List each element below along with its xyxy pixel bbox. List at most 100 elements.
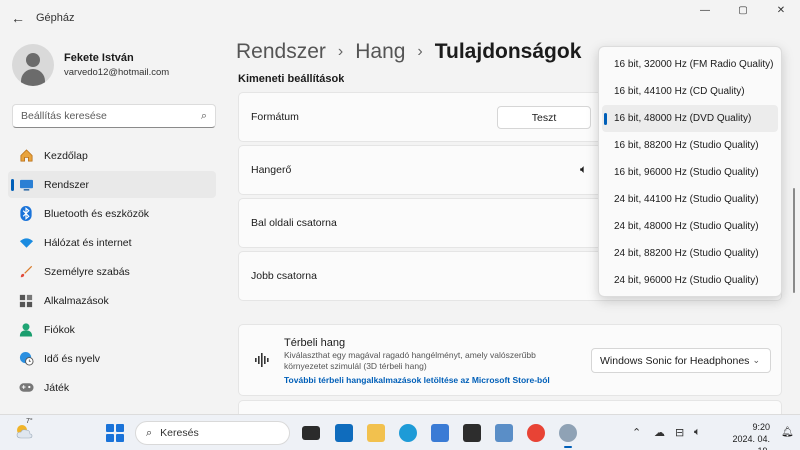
sidebar-item-bluetooth[interactable]: Bluetooth és eszközök xyxy=(8,200,216,227)
search-icon: ⌕ xyxy=(146,426,153,439)
bluetooth-icon xyxy=(18,206,34,222)
task-view-icon[interactable] xyxy=(302,426,320,440)
sidebar-item-gaming[interactable]: Játék xyxy=(8,374,216,401)
sidebar-item-time-language[interactable]: Idő és nyelv xyxy=(8,345,216,372)
spatial-sound-selected: Windows Sonic for Headphones xyxy=(600,354,750,367)
window-controls: — ▢ ✕ xyxy=(686,0,800,20)
system-icon xyxy=(18,177,34,193)
clock-time: 9:20 xyxy=(752,422,770,432)
format-option[interactable]: 16 bit, 96000 Hz (Studio Quality) xyxy=(602,159,778,186)
clock-date: 2024. 04. 19. xyxy=(732,434,770,450)
volume-tray-icon[interactable]: 🔈︎ xyxy=(694,426,701,439)
minimize-button[interactable]: — xyxy=(686,0,724,20)
sidebar-item-label: Bluetooth és eszközök xyxy=(44,207,150,220)
home-icon xyxy=(18,148,34,164)
breadcrumb-sound[interactable]: Hang xyxy=(355,40,405,64)
taskbar: 7° ⌕ Keresés ⌃ ☁ ⊟ 🔈︎ 9:20 2024. 04. 19.… xyxy=(0,414,800,450)
format-option[interactable]: 24 bit, 88200 Hz (Studio Quality) xyxy=(602,240,778,267)
format-dropdown: 16 bit, 32000 Hz (FM Radio Quality) 16 b… xyxy=(598,46,782,297)
title-bar: ← Gépház — ▢ ✕ xyxy=(0,0,800,36)
file-explorer-icon[interactable] xyxy=(367,424,385,442)
sidebar-nav: Kezdőlap Rendszer Bluetooth és eszközök … xyxy=(8,142,216,403)
network-icon xyxy=(18,235,34,251)
close-button[interactable]: ✕ xyxy=(762,0,800,20)
sound-wave-icon xyxy=(255,353,269,370)
chevron-down-icon: ⌄ xyxy=(752,355,760,365)
app-title: Gépház xyxy=(36,12,75,24)
format-option[interactable]: 24 bit, 44100 Hz (Studio Quality) xyxy=(602,186,778,213)
sidebar: Fekete István varvedo12@hotmail.com ⌕ Ke… xyxy=(0,36,228,410)
format-option-selected[interactable]: 16 bit, 48000 Hz (DVD Quality) xyxy=(602,105,778,132)
left-channel-label: Bal oldali csatorna xyxy=(251,217,337,229)
next-card xyxy=(238,400,782,414)
edge-icon[interactable] xyxy=(399,424,417,442)
settings-search: ⌕ xyxy=(12,104,216,128)
search-input[interactable] xyxy=(21,110,201,122)
apps-icon xyxy=(18,293,34,309)
sidebar-item-label: Rendszer xyxy=(44,178,89,191)
right-channel-label: Jobb csatorna xyxy=(251,270,317,282)
sidebar-item-system[interactable]: Rendszer xyxy=(8,171,216,198)
store-icon[interactable] xyxy=(431,424,449,442)
volume-label: Hangerő xyxy=(251,164,292,176)
format-option[interactable]: 24 bit, 96000 Hz (Studio Quality) xyxy=(602,267,778,294)
globe-clock-icon xyxy=(18,351,34,367)
weather-temp: 7° xyxy=(26,418,33,425)
taskbar-search[interactable]: ⌕ Keresés xyxy=(135,421,290,445)
breadcrumb: Rendszer › Hang › Tulajdonságok xyxy=(236,40,581,64)
format-option[interactable]: 16 bit, 44100 Hz (CD Quality) xyxy=(602,78,778,105)
breadcrumb-separator: › xyxy=(337,43,344,60)
sidebar-item-label: Fiókok xyxy=(44,323,75,336)
sidebar-item-home[interactable]: Kezdőlap xyxy=(8,142,216,169)
tray-chevron-icon[interactable]: ⌃ xyxy=(632,426,641,439)
sidebar-item-label: Hálózat és internet xyxy=(44,236,132,249)
spatial-sound-title: Térbeli hang xyxy=(284,337,346,349)
start-button[interactable] xyxy=(106,424,124,442)
back-arrow-icon: ← xyxy=(11,10,25,26)
spatial-sound-card: Térbeli hang Kiválaszthat egy magával ra… xyxy=(238,324,782,396)
test-button[interactable]: Teszt xyxy=(497,106,591,129)
brush-icon xyxy=(18,264,34,280)
settings-icon[interactable] xyxy=(559,424,577,448)
sidebar-item-label: Személyre szabás xyxy=(44,265,130,278)
account-icon xyxy=(18,322,34,338)
sidebar-item-accounts[interactable]: Fiókok xyxy=(8,316,216,343)
format-option[interactable]: 24 bit, 48000 Hz (Studio Quality) xyxy=(602,213,778,240)
sidebar-item-label: Kezdőlap xyxy=(44,149,88,162)
back-button[interactable]: ← xyxy=(0,0,36,36)
sidebar-item-label: Alkalmazások xyxy=(44,294,109,307)
sidebar-item-label: Idő és nyelv xyxy=(44,352,101,365)
scrollbar[interactable] xyxy=(793,188,795,293)
notification-icon[interactable]: 🔔︎ xyxy=(781,427,794,438)
profile-email: varvedo12@hotmail.com xyxy=(64,67,170,78)
clock[interactable]: 9:20 2024. 04. 19. xyxy=(722,421,770,450)
network-tray-icon[interactable]: ⊟ xyxy=(675,426,684,439)
chrome-icon[interactable] xyxy=(527,424,545,442)
profile-name: Fekete István xyxy=(64,52,134,64)
breadcrumb-separator: › xyxy=(417,43,423,60)
sidebar-item-network[interactable]: Hálózat és internet xyxy=(8,229,216,256)
maximize-button[interactable]: ▢ xyxy=(724,0,762,20)
cloud-icon[interactable]: ☁ xyxy=(654,426,665,439)
page-title: Tulajdonságok xyxy=(434,40,582,63)
format-option[interactable]: 16 bit, 88200 Hz (Studio Quality) xyxy=(602,132,778,159)
sidebar-item-label: Játék xyxy=(44,381,70,394)
user-profile[interactable]: Fekete István varvedo12@hotmail.com xyxy=(12,44,169,86)
spatial-sound-select[interactable]: Windows Sonic for Headphones ⌄ xyxy=(591,348,771,373)
search-icon[interactable]: ⌕ xyxy=(201,110,207,123)
speaker-icon[interactable]: 🔈︎ xyxy=(580,162,587,177)
weather-widget[interactable]: 7° xyxy=(14,418,34,444)
store-link[interactable]: További térbeli hangalkalmazások letölté… xyxy=(284,375,550,385)
format-option[interactable]: 16 bit, 32000 Hz (FM Radio Quality) xyxy=(602,51,778,78)
format-label: Formátum xyxy=(251,111,299,123)
breadcrumb-system[interactable]: Rendszer xyxy=(236,40,326,64)
taskbar-search-label: Keresés xyxy=(160,427,199,439)
sidebar-item-apps[interactable]: Alkalmazások xyxy=(8,287,216,314)
plex-icon[interactable] xyxy=(463,424,481,442)
outlook-icon[interactable] xyxy=(335,424,353,442)
gamepad-icon xyxy=(18,380,34,396)
avatar xyxy=(12,44,54,86)
chat-icon[interactable] xyxy=(495,424,513,442)
section-title: Kimeneti beállítások xyxy=(238,73,345,82)
sidebar-item-personalization[interactable]: Személyre szabás xyxy=(8,258,216,285)
